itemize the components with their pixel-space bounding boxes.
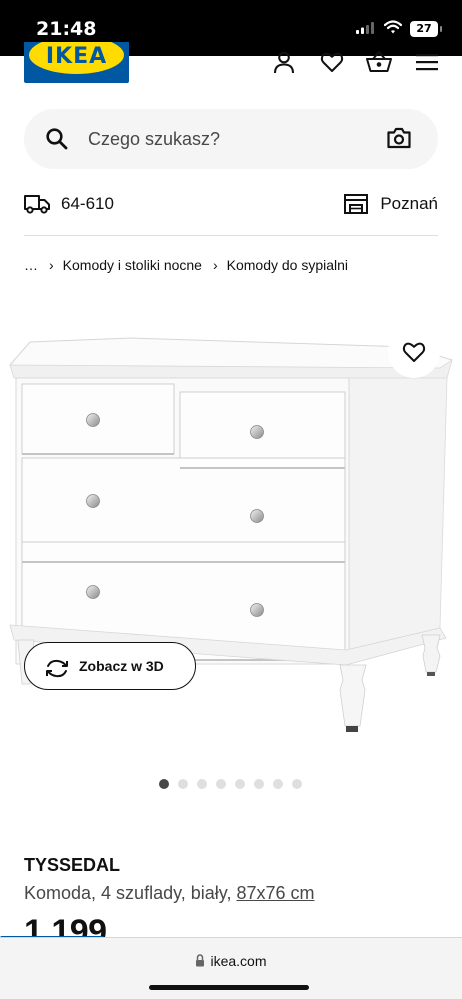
search-input[interactable] (88, 123, 378, 155)
product-name: TYSSEDAL (24, 855, 121, 875)
chevron-right-icon: › (49, 257, 54, 273)
heart-icon (402, 342, 426, 362)
search-bar[interactable] (24, 109, 438, 169)
basket-icon[interactable] (366, 50, 392, 74)
truck-icon (24, 195, 50, 214)
wifi-icon (384, 20, 402, 34)
gallery-dot[interactable] (197, 779, 207, 789)
lock-icon (196, 954, 205, 967)
gallery-dot[interactable] (159, 779, 169, 789)
status-time: 21:48 (36, 18, 97, 40)
store-selector[interactable]: Poznań (344, 190, 438, 218)
view-in-3d-button[interactable]: Zobacz w 3D (24, 642, 196, 690)
gallery-dot[interactable] (292, 779, 302, 789)
breadcrumb-ellipsis[interactable]: … (24, 257, 38, 273)
search-icon[interactable] (44, 126, 70, 152)
browser-address-bar[interactable]: ikea.com (0, 937, 462, 999)
view-in-3d-label: Zobacz w 3D (79, 658, 164, 674)
battery-tip (440, 26, 442, 32)
product-dimensions-link[interactable]: 87x76 cm (236, 883, 314, 903)
url-text: ikea.com (210, 953, 267, 969)
breadcrumb: … › Komody i stoliki nocne › Komody do s… (24, 256, 348, 274)
store-name: Poznań (380, 194, 438, 213)
gallery-pagination (159, 779, 311, 789)
gallery-dot[interactable] (254, 779, 264, 789)
url-display[interactable]: ikea.com (0, 953, 462, 969)
delivery-postcode: 64-610 (61, 194, 114, 213)
battery-icon: 27 (410, 21, 438, 37)
breadcrumb-item[interactable]: Komody do sypialni (227, 257, 348, 273)
gallery-dot[interactable] (235, 779, 245, 789)
account-icon[interactable] (272, 50, 296, 74)
gallery-dot[interactable] (216, 779, 226, 789)
breadcrumb-item[interactable]: Komody i stoliki nocne (63, 257, 202, 273)
chevron-right-icon: › (212, 257, 218, 273)
store-icon (344, 194, 369, 214)
gallery-dot[interactable] (178, 779, 188, 789)
product-type: Komoda, 4 szuflady, biały, (24, 883, 232, 903)
signal-icon (356, 22, 374, 34)
logo-text: IKEA (45, 44, 108, 69)
delivery-location[interactable]: 64-610 (24, 190, 114, 218)
header-divider (24, 235, 438, 236)
rotate-3d-icon (46, 659, 68, 677)
ikea-logo[interactable]: IKEA (24, 42, 129, 83)
gallery-dot[interactable] (273, 779, 283, 789)
product-description: Komoda, 4 szuflady, biały, 87x76 cm (24, 883, 315, 904)
menu-icon[interactable] (416, 53, 438, 71)
heart-icon[interactable] (320, 50, 344, 74)
home-indicator (149, 985, 309, 990)
camera-icon[interactable] (387, 127, 411, 149)
battery-level: 27 (416, 22, 432, 35)
add-to-favourites-button[interactable] (388, 326, 440, 378)
